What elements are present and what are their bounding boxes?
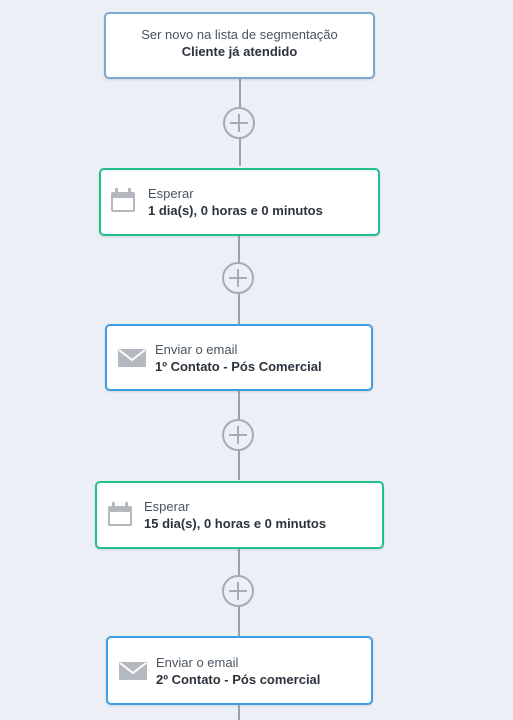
email-step-title: Enviar o email [156, 655, 239, 670]
workflow-canvas: Ser novo na lista de segmentação Cliente… [0, 0, 513, 720]
calendar-icon [111, 188, 135, 212]
plus-icon [229, 582, 247, 600]
plus-icon [229, 269, 247, 287]
email-step-node[interactable]: Enviar o email 1º Contato - Pós Comercia… [105, 324, 373, 391]
email-step-node[interactable]: Enviar o email 2º Contato - Pós comercia… [106, 636, 373, 705]
connector-line [238, 704, 240, 720]
email-step-title: Enviar o email [155, 342, 238, 357]
calendar-icon [108, 502, 132, 526]
wait-step-title: Esperar [148, 186, 194, 201]
email-name: 1º Contato - Pós Comercial [155, 359, 322, 374]
trigger-segment-name: Cliente já atendido [181, 44, 298, 59]
envelope-icon [118, 349, 146, 367]
wait-step-node[interactable]: Esperar 15 dia(s), 0 horas e 0 minutos [95, 481, 384, 549]
add-step-button[interactable] [222, 419, 254, 451]
add-step-button[interactable] [222, 262, 254, 294]
add-step-button[interactable] [223, 107, 255, 139]
wait-duration: 1 dia(s), 0 horas e 0 minutos [148, 203, 323, 218]
add-step-button[interactable] [222, 575, 254, 607]
plus-icon [229, 426, 247, 444]
trigger-node[interactable]: Ser novo na lista de segmentação Cliente… [104, 12, 375, 79]
wait-step-title: Esperar [144, 499, 190, 514]
wait-duration: 15 dia(s), 0 horas e 0 minutos [144, 516, 327, 531]
trigger-description: Ser novo na lista de segmentação [141, 27, 338, 42]
envelope-icon [119, 662, 147, 680]
plus-icon [230, 114, 248, 132]
email-name: 2º Contato - Pós comercial [156, 672, 321, 687]
wait-step-node[interactable]: Esperar 1 dia(s), 0 horas e 0 minutos [99, 168, 380, 236]
